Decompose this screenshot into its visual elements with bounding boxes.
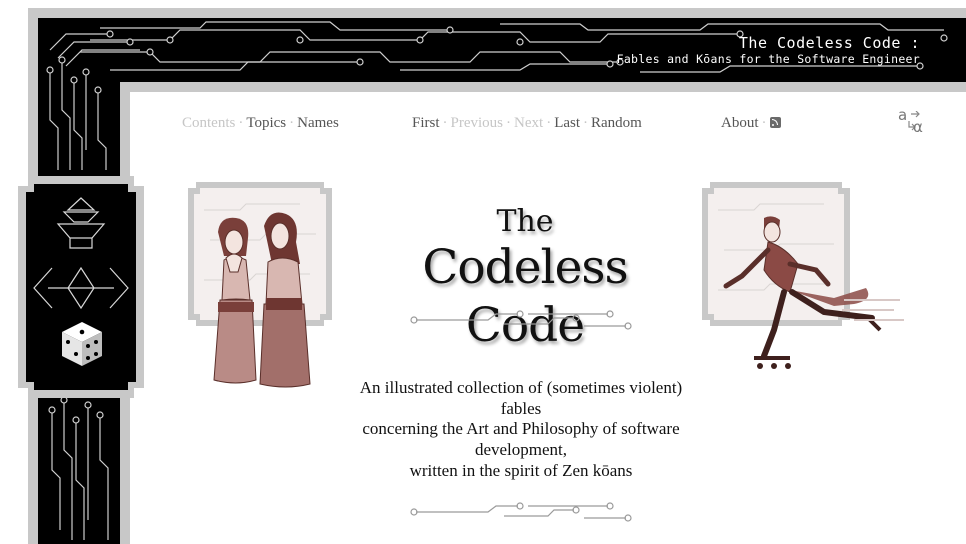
tagline-line: written in the spirit of Zen kōans: [409, 460, 633, 480]
tagline-line: An illustrated collection of (sometimes …: [359, 378, 683, 397]
language-greek-glyph: α: [913, 118, 923, 136]
nav-separator: ·: [761, 115, 767, 131]
rss-icon[interactable]: [769, 117, 781, 128]
nav-last-link[interactable]: Last: [554, 115, 580, 131]
nav-separator: ·: [289, 115, 295, 131]
circuit-divider-top: [410, 310, 632, 330]
nav-separator: ·: [506, 115, 512, 131]
nav-next: Next: [514, 115, 544, 131]
running-monk-illustration: [702, 182, 904, 369]
title-codeless-code: Codeless Code: [422, 240, 628, 353]
nav-random-link[interactable]: Random: [591, 115, 642, 131]
tagline-line: fables: [500, 398, 542, 418]
nav-first-link[interactable]: First: [412, 115, 440, 131]
nav-separator: ·: [583, 115, 589, 131]
nav-paging-group: First · Previous · Next · Last · Random: [412, 115, 642, 132]
title-the: The: [496, 204, 554, 239]
nav-about-group: About ·: [721, 115, 781, 132]
side-emblem: [18, 176, 144, 398]
site-banner[interactable]: The Codeless Code : Fables and Kōans for…: [617, 34, 920, 66]
circuit-divider-bottom: [410, 502, 632, 522]
nav-names-link[interactable]: Names: [297, 115, 339, 131]
nav-about-link[interactable]: About: [721, 115, 759, 131]
nav-separator: ·: [546, 115, 552, 131]
nav-separator: ·: [442, 115, 448, 131]
nav-topics-link[interactable]: Topics: [246, 115, 286, 131]
tagline-line: concerning the Art and Philosophy of sof…: [362, 419, 680, 439]
nav-index-group: Contents · Topics · Names: [182, 115, 339, 132]
nav-contents: Contents: [182, 115, 236, 131]
nav-separator: ·: [238, 115, 244, 131]
site-tagline: An illustrated collection of (sometimes …: [350, 378, 692, 482]
banner-subtitle: Fables and Kōans for the Software Engine…: [616, 52, 920, 66]
tagline-line: development,: [474, 440, 568, 460]
language-toggle-icon[interactable]: a α: [896, 106, 928, 138]
two-women-illustration: [188, 182, 332, 388]
nav-previous: Previous: [450, 115, 504, 131]
banner-title[interactable]: The Codeless Code :: [617, 34, 920, 52]
